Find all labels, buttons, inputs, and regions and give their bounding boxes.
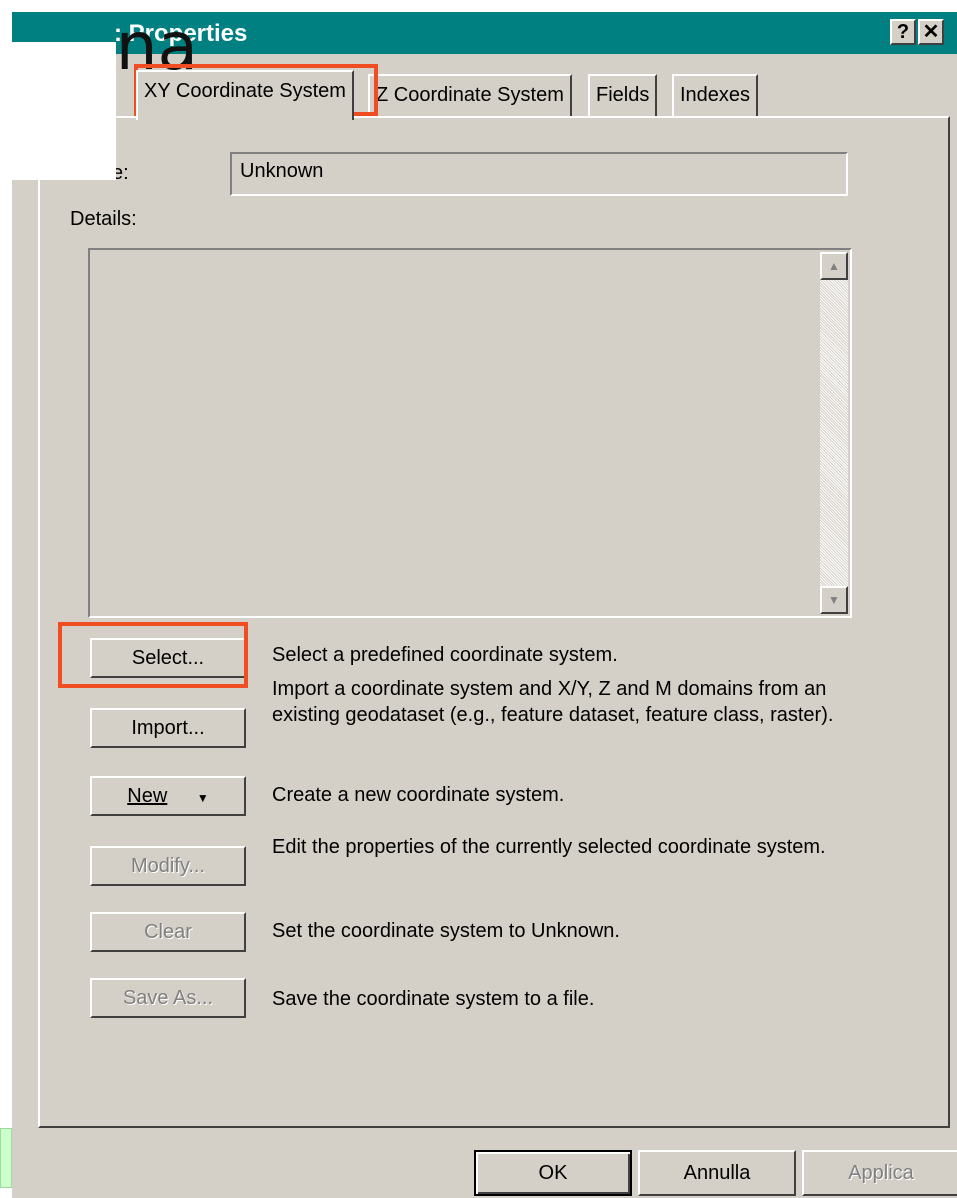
select-button[interactable]: Select... [90, 638, 246, 678]
save-as-button[interactable]: Save As... [90, 978, 246, 1018]
apply-button[interactable]: Applica [802, 1150, 957, 1196]
details-label: Details: [70, 208, 137, 230]
help-button[interactable]: ? [890, 19, 916, 45]
tab-fields[interactable]: Fields [588, 74, 658, 116]
select-description: Select a predefined coordinate system. [272, 644, 618, 666]
tab-indexes[interactable]: Indexes [672, 74, 759, 116]
details-scrollbar[interactable]: ▲ ▼ [820, 252, 848, 614]
close-button[interactable]: ✕ [918, 19, 944, 45]
clear-button[interactable]: Clear [90, 912, 246, 952]
new-description: Create a new coordinate system. [272, 784, 565, 806]
modify-button[interactable]: Modify... [90, 846, 246, 886]
arrow-up-icon[interactable]: ▲ [820, 252, 848, 280]
new-button[interactable]: New ▼ [90, 776, 246, 816]
chevron-down-icon: ▼ [196, 791, 209, 805]
tab-z-coordinate-system[interactable]: Z Coordinate System [368, 74, 572, 116]
modify-description: Edit the properties of the currently sel… [272, 836, 826, 858]
import-button[interactable]: Import... [90, 708, 246, 748]
coordinate-system-name-field: Unknown [230, 152, 848, 196]
slide-green-strip [0, 1128, 12, 1188]
save-as-description: Save the coordinate system to a file. [272, 988, 595, 1010]
import-description: Import a coordinate system and X/Y, Z an… [272, 678, 834, 726]
new-button-label: New [127, 785, 168, 807]
tab-xy-coordinate-system[interactable]: XY Coordinate System [136, 70, 354, 120]
cancel-button[interactable]: Annulla [638, 1150, 796, 1196]
properties-dialog: : Properties ? ✕ XY Coordinate System Z … [10, 10, 957, 1198]
clear-description: Set the coordinate system to Unknown. [272, 920, 620, 942]
details-textbox[interactable]: ▲ ▼ [88, 248, 852, 618]
arrow-down-icon[interactable]: ▼ [820, 586, 848, 614]
ok-button[interactable]: OK [474, 1150, 632, 1196]
